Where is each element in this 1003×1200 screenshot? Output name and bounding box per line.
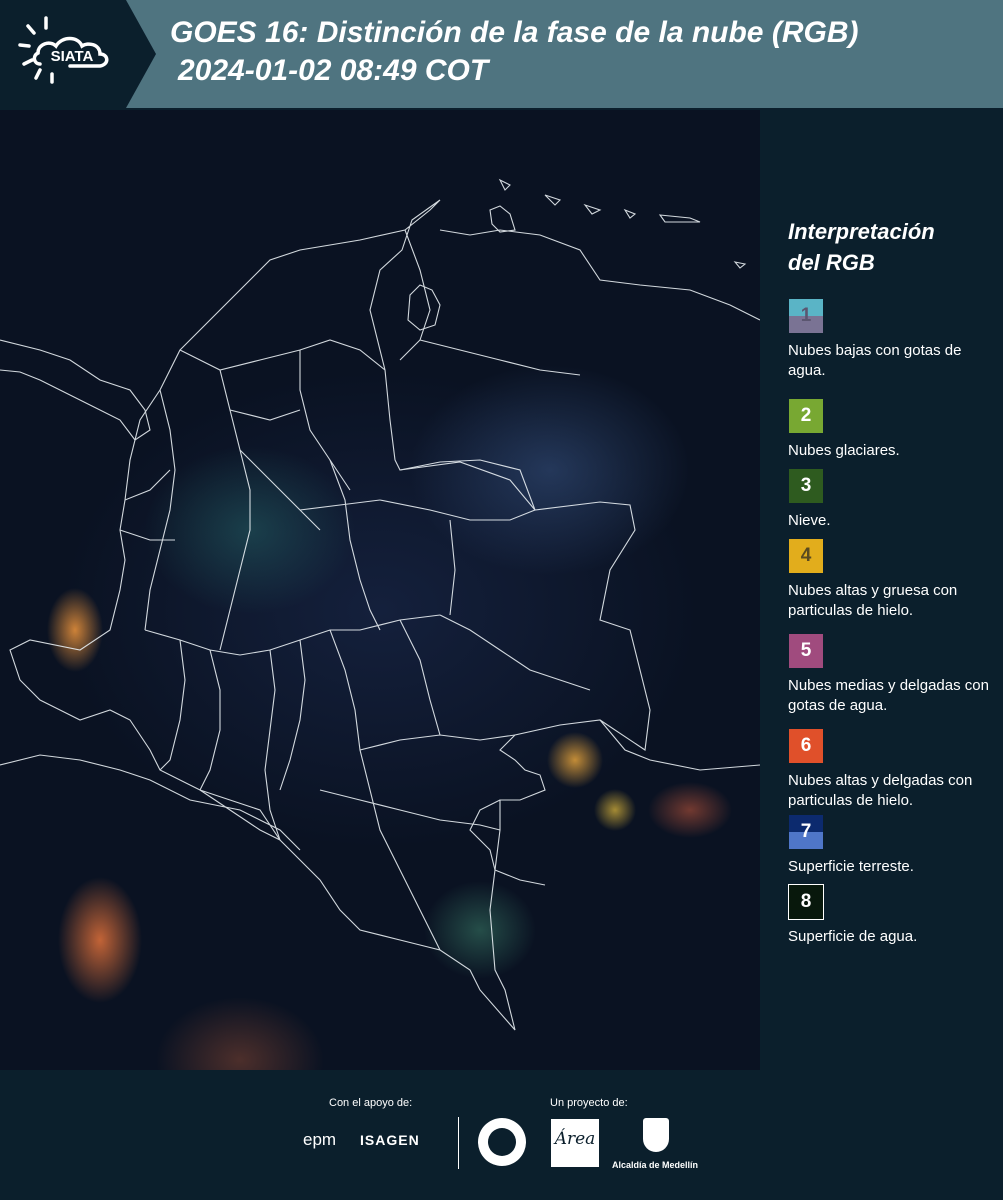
legend: Interpretación del RGB 1 Nubes bajas con … xyxy=(788,216,998,945)
legend-label: Superficie terreste. xyxy=(788,858,914,875)
legend-swatch: 3 xyxy=(788,468,824,504)
legend-title: Interpretación del RGB xyxy=(788,216,998,278)
legend-number: 2 xyxy=(800,405,812,426)
venezuela-coast xyxy=(439,229,760,321)
legend-item: 5 Nubes medias y delgadas con gotas de ag… xyxy=(788,633,998,716)
medellin-shield-icon xyxy=(643,1118,669,1152)
legend-number: 8 xyxy=(800,891,812,912)
legend-title-line-2: del RGB xyxy=(788,250,875,275)
siata-logo-icon: SIATA xyxy=(0,0,156,108)
legend-label: Nubes altas y delgadas con particulas de… xyxy=(788,772,973,809)
legend-title-line-1: Interpretación xyxy=(788,219,935,244)
support-label: Con el apoyo de: xyxy=(329,1097,413,1109)
legend-number: 1 xyxy=(800,305,812,326)
brazil-border xyxy=(599,719,760,771)
satellite-map xyxy=(0,110,760,1070)
university-seal-icon xyxy=(478,1118,526,1166)
legend-label: Nieve. xyxy=(788,512,831,529)
epm-logo: epm xyxy=(303,1130,337,1149)
legend-swatch: 8 xyxy=(788,884,824,920)
alcaldia-label: Alcaldía de Medellín xyxy=(612,1160,699,1170)
legend-swatch: 4 xyxy=(788,538,824,574)
southern-border xyxy=(0,754,301,851)
legend-item: 3 Nieve. xyxy=(788,468,998,531)
header-bar: SIATA GOES 16: Distinción de la fase de … xyxy=(0,0,1003,108)
footer-divider xyxy=(458,1117,459,1169)
legend-item: 1 Nubes bajas con gotas de agua. xyxy=(788,298,998,381)
legend-swatch: 6 xyxy=(788,728,824,764)
legend-label: Nubes medias y delgadas con gotas de agu… xyxy=(788,677,989,714)
legend-label: Nubes bajas con gotas de agua. xyxy=(788,342,962,379)
legend-item: 7 Superficie terreste. xyxy=(788,814,998,877)
title-line-2: 2024-01-02 08:49 COT xyxy=(178,54,489,87)
isagen-logo: ISAGEN xyxy=(360,1132,420,1148)
legend-number: 5 xyxy=(800,640,812,661)
legend-item: 6 Nubes altas y delgadas con particulas d… xyxy=(788,728,998,811)
page-title: GOES 16: Distinción de la fase de la nub… xyxy=(170,14,858,90)
legend-number: 6 xyxy=(800,735,812,756)
footer: Con el apoyo de: Un proyecto de: epm ISA… xyxy=(0,1072,1003,1200)
siata-logo: SIATA xyxy=(0,0,158,108)
legend-swatch: 5 xyxy=(788,633,824,669)
legend-item: 2 Nubes glaciares. xyxy=(788,398,998,461)
legend-label: Nubes altas y gruesa con particulas de h… xyxy=(788,582,958,619)
area-metropolitana-logo: Área xyxy=(551,1119,599,1167)
legend-label: Superficie de agua. xyxy=(788,928,918,945)
logo-text: SIATA xyxy=(51,48,94,65)
legend-swatch: 7 xyxy=(788,814,824,850)
legend-item: 8 Superficie de agua. xyxy=(788,884,998,947)
colombia-outline xyxy=(9,199,651,1031)
boundaries-overlay xyxy=(0,178,760,1031)
legend-swatch: 1 xyxy=(788,298,824,334)
legend-swatch: 2 xyxy=(788,398,824,434)
panama-outline xyxy=(0,339,151,441)
legend-number: 7 xyxy=(800,821,812,842)
legend-number: 3 xyxy=(800,475,812,496)
legend-item: 4 Nubes altas y gruesa con particulas de … xyxy=(788,538,998,621)
title-line-1: GOES 16: Distinción de la fase de la nub… xyxy=(170,16,859,49)
legend-number: 4 xyxy=(800,545,812,566)
project-label: Un proyecto de: xyxy=(550,1097,628,1109)
legend-label: Nubes glaciares. xyxy=(788,442,900,459)
